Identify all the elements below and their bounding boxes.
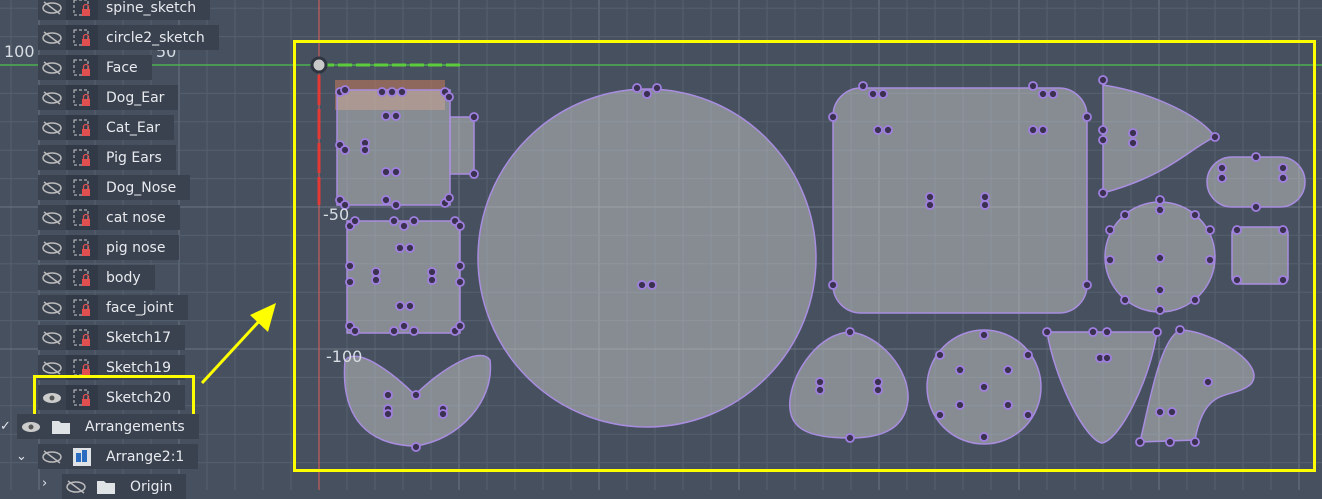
sketch-locked-icon [66,145,98,170]
browser-item-sketch[interactable]: circle2_sketch [38,25,219,50]
eye-hidden-icon[interactable] [62,474,90,499]
eye-hidden-icon[interactable] [38,55,66,80]
eye-hidden-icon[interactable] [38,145,66,170]
sketch-locked-icon [66,175,98,200]
browser-item-label: spine_sketch [106,0,197,16]
browser-folder-origin[interactable]: Origin [62,474,187,499]
browser-item-sketch[interactable]: cat nose [38,205,180,230]
browser-item-label: Sketch17 [106,329,171,346]
browser-item-label: Cat_Ear [106,119,161,136]
eye-hidden-icon[interactable] [38,175,66,200]
browser-item-arrange[interactable]: Arrange2:1 [38,444,199,469]
browser-item-sketch[interactable]: Face [38,55,152,80]
annotation-arrow [200,316,264,385]
eye-hidden-icon[interactable] [38,325,66,350]
axis-label-minus-100: -100 [326,347,363,366]
browser-item-sketch[interactable]: Sketch17 [38,325,185,350]
eye-hidden-icon[interactable] [38,0,66,20]
browser-item-sketch[interactable]: face_joint [38,295,188,320]
browser-folder-arrangements[interactable]: Arrangements [17,414,199,439]
eye-hidden-icon[interactable] [38,205,66,230]
chevron-down-icon[interactable]: ⌄ [16,449,27,464]
browser-item-sketch[interactable]: body [38,265,155,290]
axis-label-100: 100 [4,42,35,61]
sketch-locked-icon [66,295,98,320]
browser-item-label: Dog_Ear [106,89,165,106]
browser-item-label: cat nose [106,209,166,226]
browser-item-sketch[interactable]: Dog_Ear [38,85,179,110]
browser-item-label: circle2_sketch [106,29,205,46]
eye-hidden-icon[interactable] [38,85,66,110]
selection-highlight-box [293,40,1316,472]
sketch-locked-icon [66,55,98,80]
sketch-locked-icon [66,0,98,20]
browser-item-label: face_joint [106,299,174,316]
sketch-locked-icon [66,115,98,140]
sketch-locked-icon [66,25,98,50]
axis-label-minus-50: -50 [323,205,350,224]
arrange-icon [66,444,98,469]
folder-icon [90,474,122,499]
browser-item-sketch[interactable]: Cat_Ear [38,115,175,140]
sketch-locked-icon [66,235,98,260]
browser-item-label: Origin [130,478,173,495]
browser-item-sketch[interactable]: pig nose [38,235,180,260]
sketch-locked-icon [66,85,98,110]
browser-item-sketch[interactable]: Pig Ears [38,145,176,170]
sketch-locked-icon [66,205,98,230]
eye-hidden-icon[interactable] [38,265,66,290]
browser-item-label: pig nose [106,239,166,256]
browser-item-label: Arrangements [85,418,185,435]
eye-hidden-icon[interactable] [38,235,66,260]
browser-item-label: Pig Ears [106,149,162,166]
eye-icon[interactable] [17,414,45,439]
folder-icon [45,414,77,439]
browser-item-label: body [106,269,141,286]
eye-hidden-icon[interactable] [38,115,66,140]
sketch-locked-icon [66,265,98,290]
browser-item-label: Arrange2:1 [106,448,185,465]
browser-item-sketch[interactable]: Dog_Nose [38,175,191,200]
browser-item-label: Sketch19 [106,359,171,376]
eye-hidden-icon[interactable] [38,444,66,469]
chevron-right-icon[interactable]: › [42,476,47,491]
eye-hidden-icon[interactable] [38,295,66,320]
sketch-locked-icon [66,325,98,350]
browser-item-label: Dog_Nose [106,179,177,196]
chevron-down-icon[interactable]: ✓ [0,419,11,434]
browser-item-label: Face [106,59,138,76]
eye-hidden-icon[interactable] [38,25,66,50]
sketch20-highlight [33,375,195,417]
browser-item-sketch[interactable]: spine_sketch [38,0,211,20]
